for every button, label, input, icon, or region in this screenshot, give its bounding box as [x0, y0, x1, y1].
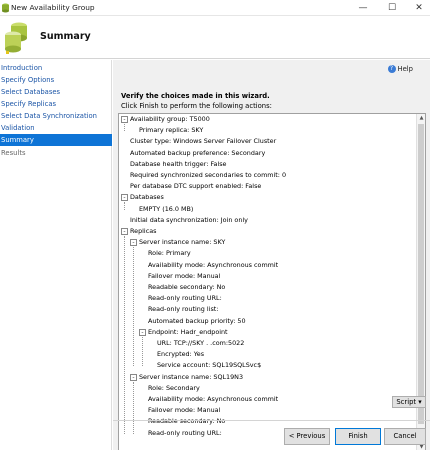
- tree-node: Endpoint: Hadr_endpoint: [148, 327, 228, 336]
- tree-node: Read-only routing URL:: [148, 428, 222, 437]
- tree-node: Role: Secondary: [148, 383, 200, 392]
- tree-node: Read-only routing list:: [148, 305, 219, 314]
- wizard-header: Summary: [0, 16, 430, 59]
- tree-node: Databases: [130, 193, 164, 202]
- tree-node: Readable secondary: No: [148, 283, 226, 291]
- tree-node: Required synchronized secondaries to com…: [130, 171, 287, 179]
- tree-node: Per database DTC support enabled: False: [130, 182, 262, 191]
- title-bar: New Availability Group — ☐ ✕: [0, 0, 430, 16]
- help-button[interactable]: ? Help: [387, 64, 414, 74]
- app-icon: [2, 3, 9, 13]
- tree-guide-line: [142, 336, 143, 367]
- tree-toggle-icon[interactable]: -: [121, 116, 128, 123]
- tree-guide-line: [124, 124, 125, 132]
- database-cluster-icon: [5, 22, 27, 54]
- tree-node: Database health trigger: False: [130, 159, 227, 168]
- help-icon: ?: [387, 65, 396, 73]
- tree-node: Failover mode: Manual: [148, 406, 221, 415]
- tree-node: Server instance name: SKY: [139, 238, 226, 247]
- sidebar-item-results: Results: [1, 149, 26, 157]
- window-title: New Availability Group: [11, 3, 95, 12]
- help-label: Help: [397, 65, 414, 73]
- verify-heading: Verify the choices made in this wizard.: [121, 92, 270, 100]
- tree-node: Replicas: [130, 227, 157, 235]
- sidebar-item-summary[interactable]: Summary: [0, 134, 112, 146]
- tree-node: EMPTY (16.0 MB): [139, 204, 194, 213]
- wizard-sidebar: Introduction Specify Options Select Data…: [0, 60, 112, 450]
- tree-node: Automated backup preference: Secondary: [130, 148, 266, 157]
- sidebar-item-specify-options[interactable]: Specify Options: [0, 74, 112, 86]
- tree-node: Server instance name: SQL19N3: [139, 372, 244, 381]
- sidebar-item-select-databases[interactable]: Select Databases: [0, 86, 112, 98]
- tree-node: Availability mode: Asynchronous commit: [148, 260, 279, 269]
- script-label: Script: [396, 398, 417, 406]
- close-icon[interactable]: ✕: [408, 0, 430, 16]
- tree-node: Role: Primary: [148, 249, 191, 258]
- previous-button[interactable]: < Previous: [284, 428, 330, 445]
- tree-toggle-icon[interactable]: -: [121, 228, 128, 235]
- tree-toggle-icon[interactable]: -: [130, 239, 137, 247]
- script-button[interactable]: Script ▾: [392, 396, 426, 408]
- maximize-icon[interactable]: ☐: [381, 0, 403, 16]
- tree-node: Availability mode: Asynchronous commit: [148, 395, 279, 403]
- sidebar-item-validation[interactable]: Validation: [0, 122, 112, 134]
- cancel-button[interactable]: Cancel: [384, 428, 426, 445]
- wizard-main-panel: ? Help Verify the choices made in this wi…: [113, 60, 430, 450]
- tree-node: Primary replica: SKY: [139, 126, 204, 135]
- tree-node: Automated backup priority: 50: [148, 316, 246, 325]
- tree-toggle-icon[interactable]: -: [130, 373, 137, 381]
- page-title: Summary: [40, 31, 91, 42]
- tree-node: Cluster type: Windows Server Failover Cl…: [130, 137, 277, 146]
- instruction-text: Click Finish to perform the following ac…: [121, 102, 272, 110]
- footer-divider: [113, 420, 430, 421]
- tree-guide-line: [133, 247, 134, 367]
- tree-guide-line: [124, 236, 125, 434]
- tree-node: Service account: SQL19SQLSvc$: [157, 361, 262, 370]
- chevron-down-icon: ▾: [418, 398, 422, 406]
- tree-node: Read-only routing URL:: [148, 294, 222, 303]
- sidebar-item-select-data-sync[interactable]: Select Data Synchronization: [0, 110, 112, 122]
- scroll-thumb[interactable]: [418, 124, 424, 424]
- summary-tree-content: - Availability group: T5000 Primary replic…: [119, 114, 417, 450]
- tree-node: Availability group: T5000: [130, 115, 210, 123]
- scroll-up-icon[interactable]: ▲: [417, 114, 425, 123]
- tree-toggle-icon[interactable]: -: [139, 328, 146, 336]
- tree-guide-line: [124, 202, 125, 210]
- sidebar-item-specify-replicas[interactable]: Specify Replicas: [0, 98, 112, 110]
- tree-guide-line: [133, 381, 134, 434]
- tree-node: Initial data synchronization: Join only: [130, 215, 248, 224]
- tree-toggle-icon[interactable]: -: [121, 194, 128, 202]
- minimize-icon[interactable]: —: [352, 0, 374, 16]
- sidebar-item-introduction[interactable]: Introduction: [0, 62, 112, 74]
- summary-tree[interactable]: - Availability group: T5000 Primary replic…: [118, 113, 426, 450]
- finish-button[interactable]: Finish: [335, 428, 381, 445]
- tree-node: Readable secondary: No: [148, 417, 226, 426]
- tree-node: Failover mode: Manual: [148, 271, 221, 280]
- tree-node: Encrypted: Yes: [157, 350, 205, 359]
- tree-node: URL: TCP://SKY . .com:5022: [157, 339, 245, 347]
